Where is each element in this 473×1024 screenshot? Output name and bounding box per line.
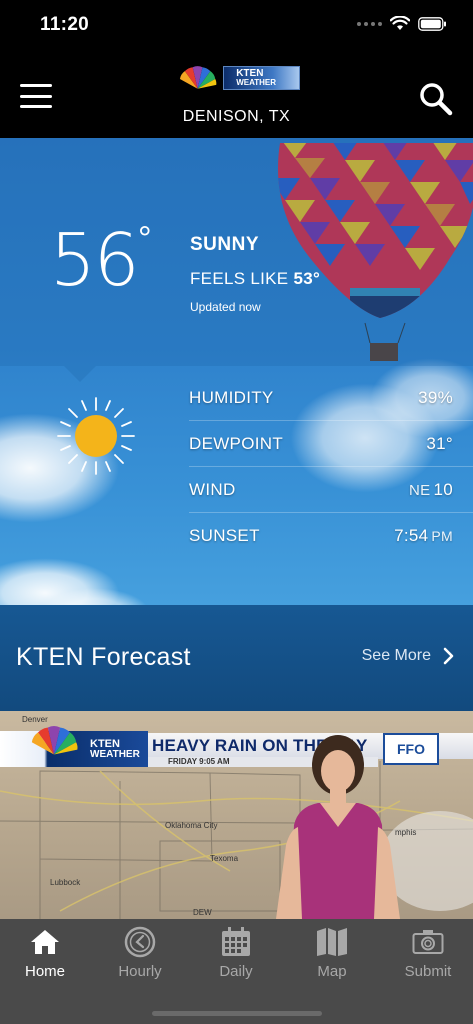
search-icon[interactable] [419, 82, 453, 116]
current-conditions: 56 ° SUNNY FEELS LIKE 53° Updated now HU… [0, 138, 473, 605]
map-label: Lubbock [50, 878, 81, 887]
detail-label: HUMIDITY [189, 387, 274, 407]
camera-icon [412, 930, 444, 954]
wifi-icon [390, 16, 410, 30]
map-label: Oklahoma City [165, 821, 218, 830]
status-bar: 11:20 [0, 0, 473, 52]
app-header: KTEN WEATHER DENISON, TX [0, 52, 473, 138]
detail-value: NE 10 [409, 479, 453, 499]
updated-label: Updated now [190, 300, 261, 314]
tab-label: Submit [404, 963, 452, 980]
logo-wordmark: KTEN WEATHER [223, 66, 300, 90]
tab-map[interactable]: Map [292, 925, 372, 980]
chevron-right-icon [443, 647, 454, 665]
peacock-logo-icon [31, 726, 78, 755]
see-more-button[interactable]: See More [362, 647, 455, 665]
battery-icon [418, 16, 446, 31]
forecast-video-player[interactable]: Denver Oklahoma City Texoma Lubbock DEW … [0, 711, 473, 919]
conditions-details: HUMIDITY 39% DEWPOINT 31° WIND NE 10 SUNS… [189, 375, 473, 559]
panel-pointer [64, 366, 96, 382]
signal-icon [357, 21, 382, 26]
tab-daily[interactable]: Daily [196, 925, 276, 980]
forecast-title: KTEN Forecast [16, 643, 191, 671]
detail-value: 39% [418, 387, 453, 407]
detail-value: 7:54 PM [394, 526, 453, 545]
calendar-icon [222, 927, 250, 956]
map-label: Denver [22, 715, 48, 724]
sunny-icon [57, 397, 135, 475]
current-condition: SUNNY [190, 234, 260, 255]
presenter-image [276, 735, 400, 919]
current-panel: 56 ° SUNNY FEELS LIKE 53° Updated now [0, 138, 473, 366]
peacock-logo-icon [179, 66, 217, 89]
tab-label: Hourly [118, 963, 162, 980]
tab-bar: Home Hourly Daily Map Submit [0, 919, 473, 1024]
tab-submit[interactable]: Submit [388, 925, 468, 980]
detail-value: 31° [426, 433, 453, 453]
detail-label: SUNSET [189, 526, 260, 545]
feels-like: FEELS LIKE 53° [190, 269, 321, 288]
detail-row-wind: WIND NE 10 [189, 467, 473, 513]
tab-label: Daily [219, 963, 253, 980]
forecast-section-header[interactable]: KTEN Forecast See More [0, 605, 473, 711]
detail-row-sunset: SUNSET 7:54 PM [189, 513, 473, 559]
tab-label: Home [24, 963, 65, 980]
map-label: DEW [193, 908, 212, 917]
status-time: 11:20 [40, 14, 90, 35]
detail-label: DEWPOINT [189, 433, 284, 453]
map-icon [317, 928, 347, 956]
tab-home[interactable]: Home [5, 925, 85, 980]
see-more-label: See More [361, 647, 431, 664]
tab-hourly[interactable]: Hourly [100, 925, 180, 980]
menu-icon [20, 84, 52, 87]
tab-label: Map [317, 963, 347, 980]
status-icons [357, 16, 447, 31]
home-icon [31, 930, 59, 954]
home-indicator [152, 1011, 322, 1016]
location-label[interactable]: DENISON, TX [0, 108, 473, 126]
menu-button[interactable] [20, 84, 52, 108]
kten-weather-logo: KTEN WEATHER [176, 65, 300, 91]
detail-row-humidity: HUMIDITY 39% [189, 375, 473, 421]
temperature-degree: ° [138, 220, 152, 258]
current-temperature: 56 [50, 218, 140, 302]
detail-row-dewpoint: DEWPOINT 31° [189, 421, 473, 467]
map-label: Texoma [210, 854, 239, 863]
detail-label: WIND [189, 479, 236, 499]
clock-icon [124, 926, 156, 958]
feels-like-value: 53° [293, 269, 321, 288]
